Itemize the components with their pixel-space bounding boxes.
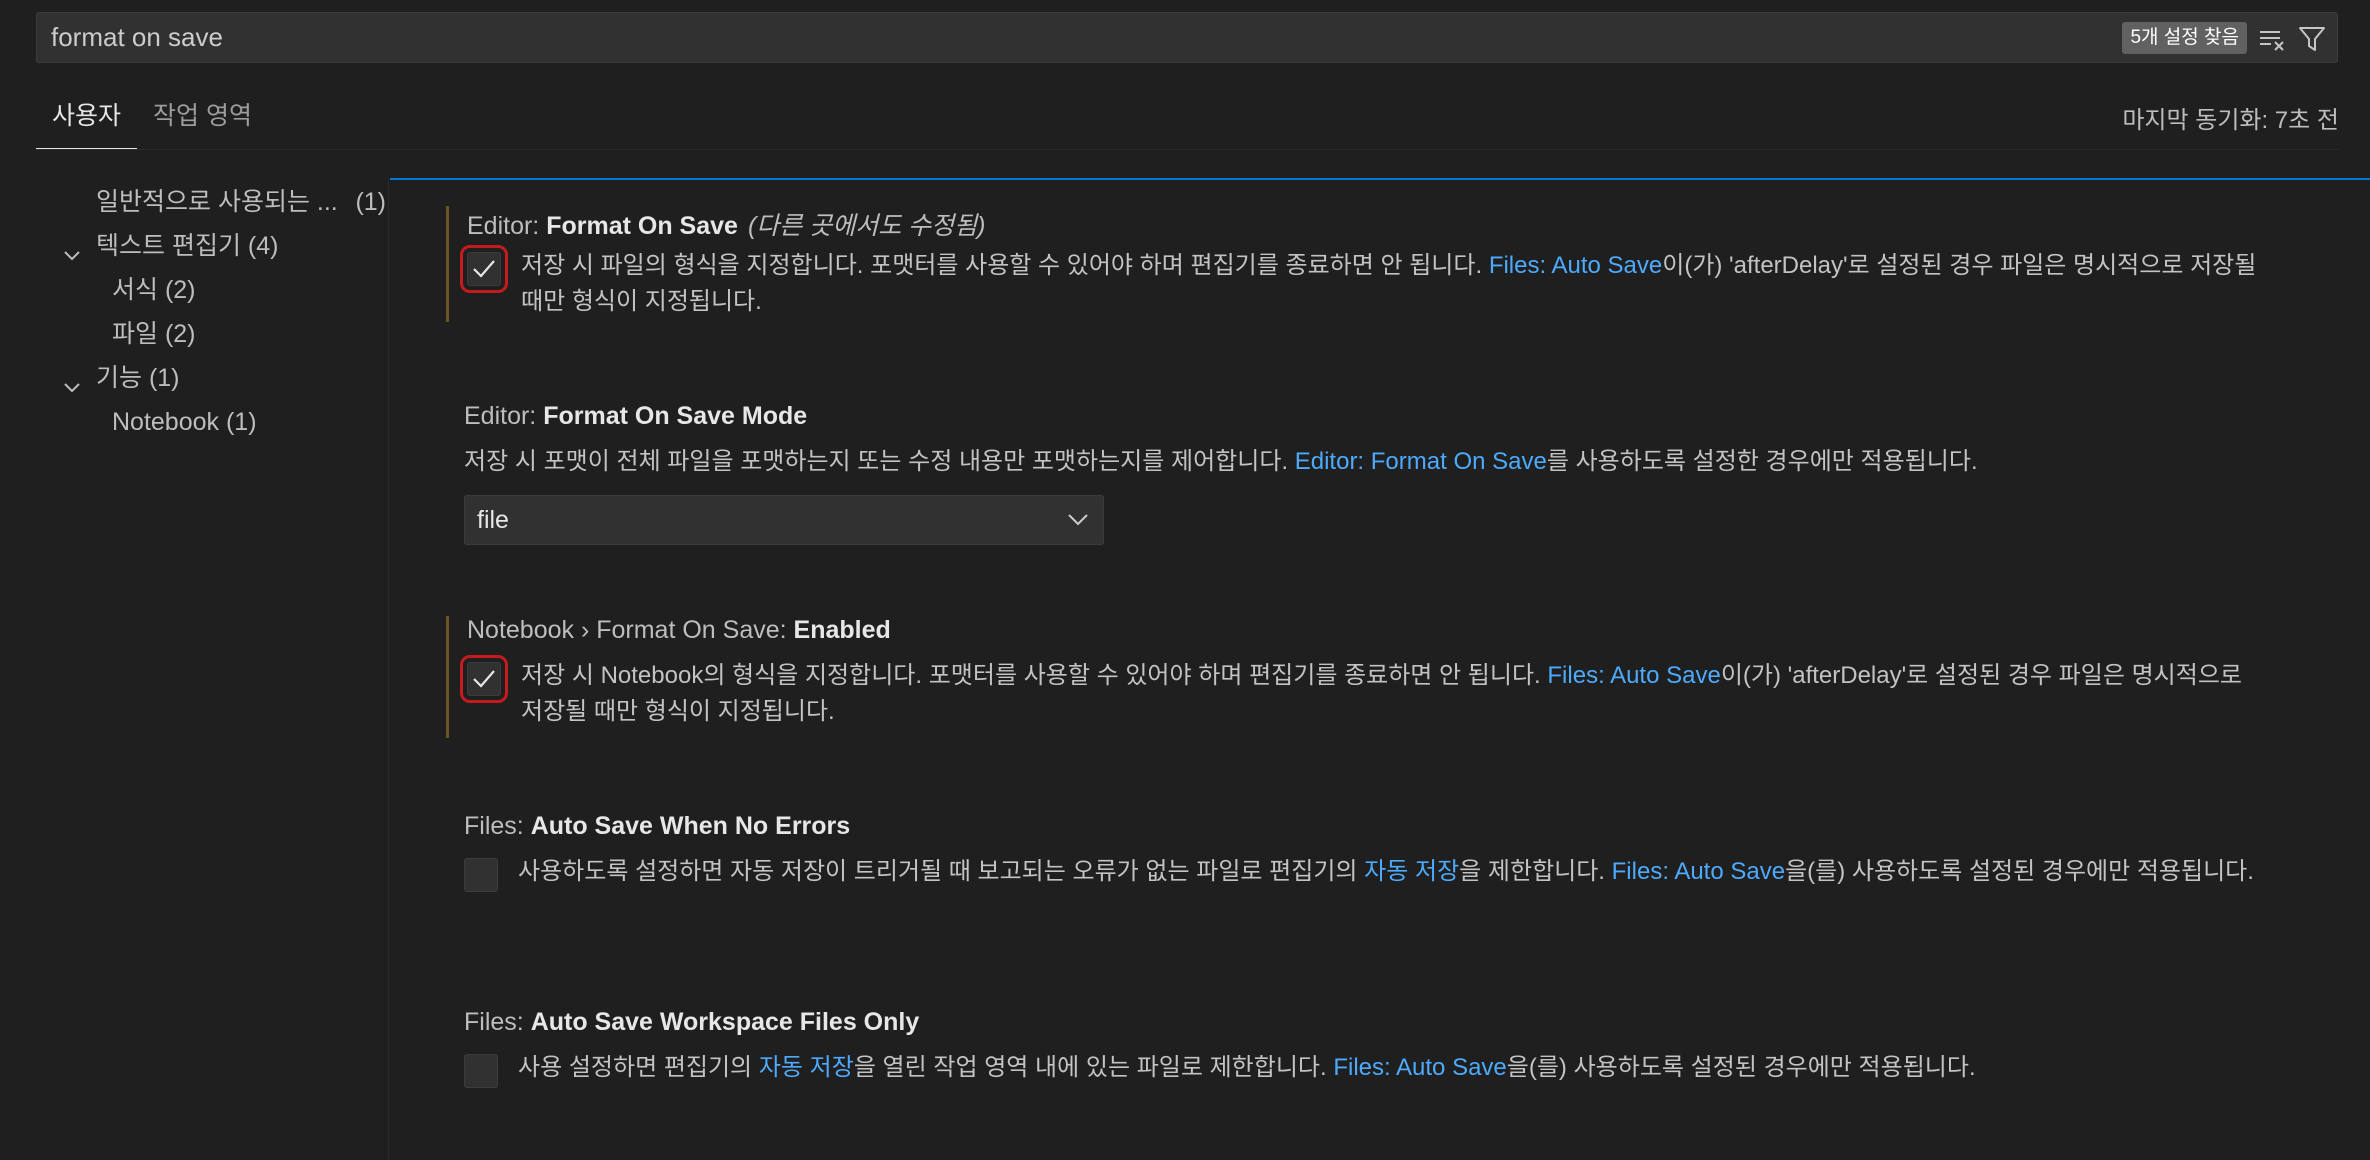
setting-title: Editor: Format On Save Mode (464, 402, 807, 431)
desc-text: 을 열린 작업 영역 내에 있는 파일로 제한합니다. (853, 1054, 1334, 1081)
toc-item-label: 파일 (2) (112, 320, 196, 348)
toc-item-label: 서식 (2) (112, 276, 196, 304)
tab-workspace[interactable]: 작업 영역 (137, 96, 268, 150)
toc-item-notebook[interactable]: Notebook (1) (36, 400, 386, 444)
setting-title: Files: Auto Save Workspace Files Only (464, 1008, 919, 1037)
format-on-save-checkbox[interactable] (460, 245, 508, 293)
link-files-auto-save[interactable]: Files: Auto Save (1547, 662, 1720, 689)
link-editor-format-on-save[interactable]: Editor: Format On Save (1295, 448, 1547, 475)
check-icon (473, 670, 495, 688)
toc-item-features[interactable]: 기능 (1) (36, 356, 386, 400)
link-auto-save[interactable]: 자동 저장 (759, 1054, 854, 1081)
desc-text: 을(를) 사용하도록 설정된 경우에만 적용됩니다. (1785, 858, 2254, 885)
tabs-divider (36, 149, 2338, 150)
auto-save-no-errors-checkbox[interactable] (464, 858, 498, 892)
desc-text: 을 제한합니다. (1459, 858, 1612, 885)
desc-text: 를 사용하도록 설정한 경우에만 적용됩니다. (1546, 448, 1978, 475)
desc-text: 저장 시 포맷이 전체 파일을 포맷하는지 또는 수정 내용만 포맷하는지를 제… (464, 448, 1295, 475)
settings-toc: 일반적으로 사용되는 ... (1) 텍스트 편집기 (4) 서식 (2) 파일… (36, 180, 386, 444)
sync-status: 마지막 동기화: 7초 전 (2122, 107, 2339, 134)
setting-category: Editor: (467, 212, 547, 240)
setting-category: Editor: (464, 402, 544, 430)
setting-name: Auto Save Workspace Files Only (530, 1008, 920, 1036)
toc-item-label: 텍스트 편집기 (4) (96, 232, 279, 260)
setting-notebook-format-on-save: Notebook › Format On Save: Enabled 저장 시 … (446, 616, 2326, 738)
chevron-down-icon (62, 368, 82, 393)
toc-item-label: Notebook (1) (112, 408, 257, 436)
setting-name: Enabled (793, 616, 891, 644)
chevron-down-icon (1068, 514, 1088, 526)
dropdown-selected-value: file (477, 506, 509, 534)
notebook-format-on-save-checkbox[interactable] (460, 655, 508, 703)
toc-item-formatting[interactable]: 서식 (2) (36, 268, 386, 312)
setting-category: Notebook › Format On Save: (467, 616, 794, 644)
setting-files-auto-save-workspace-only: Files: Auto Save Workspace Files Only 사용… (446, 1008, 2326, 1108)
setting-name: Auto Save When No Errors (530, 812, 851, 840)
desc-text: 저장 시 파일의 형식을 지정합니다. 포맷터를 사용할 수 있어야 하며 편집… (521, 252, 1489, 279)
setting-files-auto-save-when-no-errors: Files: Auto Save When No Errors 사용하도록 설정… (446, 812, 2326, 932)
format-on-save-mode-dropdown[interactable]: file (464, 495, 1104, 545)
setting-editor-format-on-save: Editor: Format On Save (다른 곳에서도 수정됨) 저장 시… (446, 206, 2326, 322)
setting-name: Format On Save Mode (543, 402, 808, 430)
filter-icon[interactable] (2297, 24, 2327, 54)
toc-item-files[interactable]: 파일 (2) (36, 312, 386, 356)
clear-filter-icon[interactable] (2257, 24, 2287, 54)
settings-list-focus-line (390, 178, 2370, 180)
toc-item-label: 기능 (1) (96, 364, 180, 392)
chevron-down-icon (62, 236, 82, 261)
setting-title: Editor: Format On Save (다른 곳에서도 수정됨) (467, 206, 985, 242)
link-auto-save[interactable]: 자동 저장 (1364, 858, 1459, 885)
link-files-auto-save[interactable]: Files: Auto Save (1489, 252, 1662, 279)
toc-divider (388, 178, 389, 1160)
settings-search-bar[interactable]: 5개 설정 찾음 (36, 12, 2338, 63)
modified-elsewhere-note[interactable]: (다른 곳에서도 수정됨) (748, 212, 986, 240)
desc-text: 사용하도록 설정하면 자동 저장이 트리거될 때 보고되는 오류가 없는 파일로… (518, 858, 1365, 885)
setting-title: Notebook › Format On Save: Enabled (467, 616, 891, 645)
toc-item-text-editor[interactable]: 텍스트 편집기 (4) (36, 224, 386, 268)
results-count-badge: 5개 설정 찾음 (2122, 22, 2247, 54)
auto-save-workspace-only-checkbox[interactable] (464, 1054, 498, 1088)
setting-title: Files: Auto Save When No Errors (464, 812, 850, 841)
settings-search-input[interactable] (51, 13, 1951, 62)
toc-item-count: (1) (355, 188, 386, 216)
desc-text: 저장 시 Notebook의 형식을 지정합니다. 포맷터를 사용할 수 있어야… (521, 662, 1548, 689)
link-files-auto-save[interactable]: Files: Auto Save (1333, 1054, 1506, 1081)
link-files-auto-save[interactable]: Files: Auto Save (1612, 858, 1785, 885)
setting-category: Files: (464, 812, 531, 840)
setting-editor-format-on-save-mode: Editor: Format On Save Mode 저장 시 포맷이 전체 … (446, 402, 2326, 562)
toc-item-label: 일반적으로 사용되는 ... (96, 188, 338, 216)
toc-item-commonly-used[interactable]: 일반적으로 사용되는 ... (1) (36, 180, 386, 224)
desc-text: 사용 설정하면 편집기의 (518, 1054, 759, 1081)
setting-description: 저장 시 Notebook의 형식을 지정합니다. 포맷터를 사용할 수 있어야… (521, 658, 2261, 730)
setting-name: Format On Save (546, 212, 738, 240)
setting-category: Files: (464, 1008, 531, 1036)
desc-text: 을(를) 사용하도록 설정된 경우에만 적용됩니다. (1506, 1054, 1976, 1081)
setting-description: 저장 시 포맷이 전체 파일을 포맷하는지 또는 수정 내용만 포맷하는지를 제… (464, 444, 2314, 480)
settings-scope-tabs: 사용자 작업 영역 (36, 96, 268, 150)
setting-description: 사용 설정하면 편집기의 자동 저장을 열린 작업 영역 내에 있는 파일로 제… (518, 1050, 2258, 1086)
check-icon (473, 260, 495, 278)
setting-description: 사용하도록 설정하면 자동 저장이 트리거될 때 보고되는 오류가 없는 파일로… (518, 854, 2258, 890)
tab-user[interactable]: 사용자 (36, 96, 138, 150)
setting-description: 저장 시 파일의 형식을 지정합니다. 포맷터를 사용할 수 있어야 하며 편집… (521, 248, 2261, 320)
